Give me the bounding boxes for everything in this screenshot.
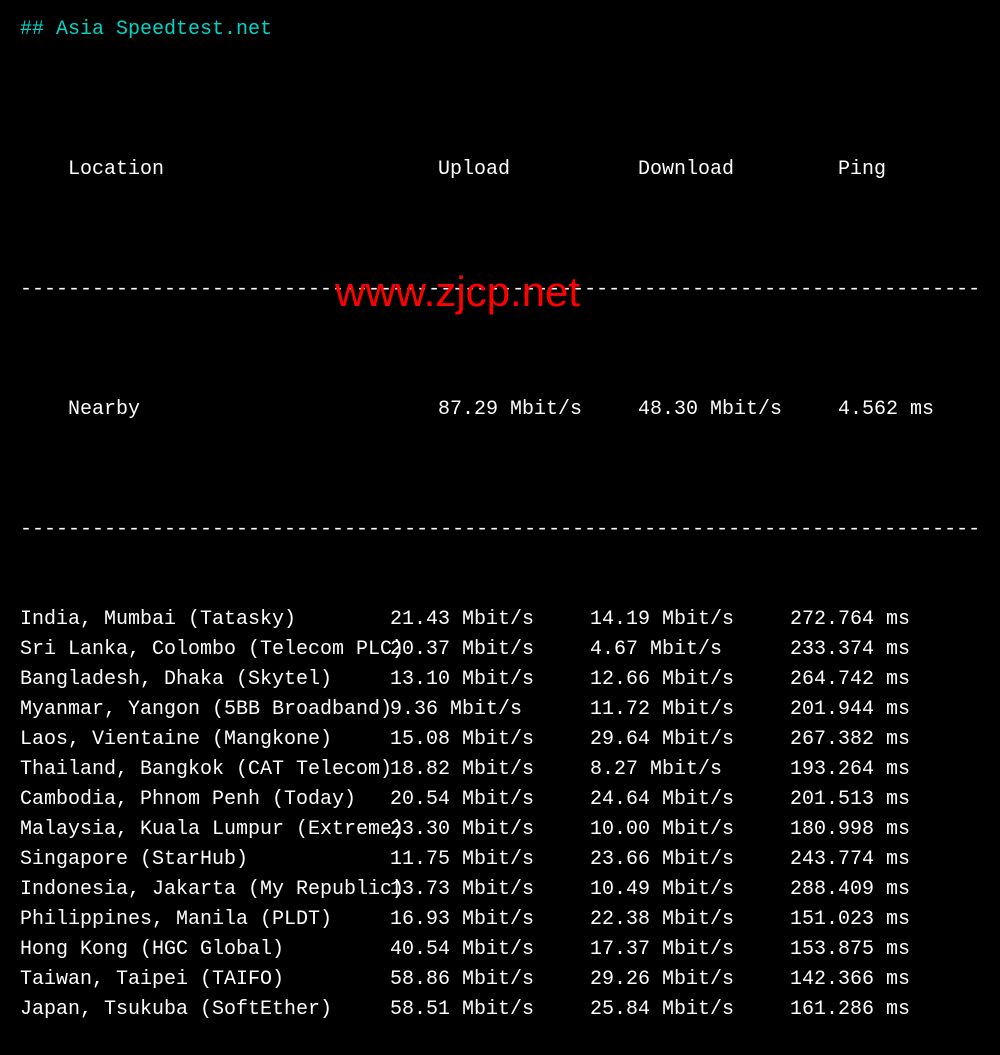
cell-upload: 20.37 Mbit/s bbox=[390, 635, 590, 665]
cell-download: 11.72 Mbit/s bbox=[590, 695, 790, 725]
cell-location: Sri Lanka, Colombo (Telecom PLC) bbox=[20, 635, 390, 665]
cell-ping: 267.382 ms bbox=[790, 725, 940, 755]
cell-download: 22.38 Mbit/s bbox=[590, 905, 790, 935]
page-title: ## Asia Speedtest.net bbox=[20, 15, 980, 45]
cell-location: Laos, Vientaine (Mangkone) bbox=[20, 725, 390, 755]
cell-location: Japan, Tsukuba (SoftEther) bbox=[20, 995, 390, 1025]
cell-download: 29.64 Mbit/s bbox=[590, 725, 790, 755]
divider: ----------------------------------------… bbox=[20, 515, 980, 545]
cell-upload: 16.93 Mbit/s bbox=[390, 905, 590, 935]
cell-location: Philippines, Manila (PLDT) bbox=[20, 905, 390, 935]
nearby-download: 48.30 Mbit/s bbox=[638, 395, 838, 425]
cell-ping: 151.023 ms bbox=[790, 905, 940, 935]
cell-ping: 243.774 ms bbox=[790, 845, 940, 875]
cell-download: 4.67 Mbit/s bbox=[590, 635, 790, 665]
cell-ping: 264.742 ms bbox=[790, 665, 940, 695]
nearby-row: Nearby87.29 Mbit/s48.30 Mbit/s4.562 ms bbox=[20, 365, 980, 455]
cell-download: 10.49 Mbit/s bbox=[590, 875, 790, 905]
nearby-ping: 4.562 ms bbox=[838, 395, 988, 425]
table-row: Bangladesh, Dhaka (Skytel)13.10 Mbit/s12… bbox=[20, 665, 980, 695]
cell-location: Taiwan, Taipei (TAIFO) bbox=[20, 965, 390, 995]
table-row: Thailand, Bangkok (CAT Telecom)18.82 Mbi… bbox=[20, 755, 980, 785]
divider: ----------------------------------------… bbox=[20, 275, 980, 305]
cell-location: Malaysia, Kuala Lumpur (Extreme) bbox=[20, 815, 390, 845]
cell-location: Singapore (StarHub) bbox=[20, 845, 390, 875]
cell-ping: 201.944 ms bbox=[790, 695, 940, 725]
cell-location: Bangladesh, Dhaka (Skytel) bbox=[20, 665, 390, 695]
cell-location: Cambodia, Phnom Penh (Today) bbox=[20, 785, 390, 815]
header-location: Location bbox=[68, 155, 438, 185]
table-row: Singapore (StarHub)11.75 Mbit/s23.66 Mbi… bbox=[20, 845, 980, 875]
cell-ping: 142.366 ms bbox=[790, 965, 940, 995]
table-row: Myanmar, Yangon (5BB Broadband)9.36 Mbit… bbox=[20, 695, 980, 725]
table-row: Taiwan, Taipei (TAIFO)58.86 Mbit/s29.26 … bbox=[20, 965, 980, 995]
cell-location: Thailand, Bangkok (CAT Telecom) bbox=[20, 755, 390, 785]
cell-download: 29.26 Mbit/s bbox=[590, 965, 790, 995]
speedtest-table: LocationUploadDownloadPing -------------… bbox=[20, 65, 980, 1055]
header-ping: Ping bbox=[838, 155, 988, 185]
nearby-upload: 87.29 Mbit/s bbox=[438, 395, 638, 425]
cell-upload: 13.73 Mbit/s bbox=[390, 875, 590, 905]
cell-location: Indonesia, Jakarta (My Republic) bbox=[20, 875, 390, 905]
cell-upload: 13.10 Mbit/s bbox=[390, 665, 590, 695]
table-row: Laos, Vientaine (Mangkone)15.08 Mbit/s29… bbox=[20, 725, 980, 755]
cell-upload: 40.54 Mbit/s bbox=[390, 935, 590, 965]
header-download: Download bbox=[638, 155, 838, 185]
table-row: Cambodia, Phnom Penh (Today)20.54 Mbit/s… bbox=[20, 785, 980, 815]
cell-download: 10.00 Mbit/s bbox=[590, 815, 790, 845]
cell-download: 17.37 Mbit/s bbox=[590, 935, 790, 965]
cell-download: 12.66 Mbit/s bbox=[590, 665, 790, 695]
cell-upload: 11.75 Mbit/s bbox=[390, 845, 590, 875]
table-row: Philippines, Manila (PLDT)16.93 Mbit/s22… bbox=[20, 905, 980, 935]
cell-upload: 21.43 Mbit/s bbox=[390, 605, 590, 635]
cell-ping: 180.998 ms bbox=[790, 815, 940, 845]
cell-ping: 161.286 ms bbox=[790, 995, 940, 1025]
cell-download: 14.19 Mbit/s bbox=[590, 605, 790, 635]
cell-ping: 288.409 ms bbox=[790, 875, 940, 905]
cell-upload: 58.86 Mbit/s bbox=[390, 965, 590, 995]
cell-location: India, Mumbai (Tatasky) bbox=[20, 605, 390, 635]
table-row: India, Mumbai (Tatasky)21.43 Mbit/s14.19… bbox=[20, 605, 980, 635]
cell-location: Hong Kong (HGC Global) bbox=[20, 935, 390, 965]
cell-upload: 9.36 Mbit/s bbox=[390, 695, 590, 725]
cell-upload: 15.08 Mbit/s bbox=[390, 725, 590, 755]
cell-upload: 58.51 Mbit/s bbox=[390, 995, 590, 1025]
cell-download: 8.27 Mbit/s bbox=[590, 755, 790, 785]
cell-ping: 272.764 ms bbox=[790, 605, 940, 635]
cell-ping: 233.374 ms bbox=[790, 635, 940, 665]
cell-download: 24.64 Mbit/s bbox=[590, 785, 790, 815]
cell-ping: 153.875 ms bbox=[790, 935, 940, 965]
cell-ping: 201.513 ms bbox=[790, 785, 940, 815]
cell-location: Myanmar, Yangon (5BB Broadband) bbox=[20, 695, 390, 725]
nearby-location: Nearby bbox=[68, 395, 438, 425]
cell-upload: 23.30 Mbit/s bbox=[390, 815, 590, 845]
table-row: Indonesia, Jakarta (My Republic)13.73 Mb… bbox=[20, 875, 980, 905]
cell-ping: 193.264 ms bbox=[790, 755, 940, 785]
table-row: Sri Lanka, Colombo (Telecom PLC)20.37 Mb… bbox=[20, 635, 980, 665]
cell-upload: 20.54 Mbit/s bbox=[390, 785, 590, 815]
cell-upload: 18.82 Mbit/s bbox=[390, 755, 590, 785]
table-header: LocationUploadDownloadPing bbox=[20, 125, 980, 215]
cell-download: 23.66 Mbit/s bbox=[590, 845, 790, 875]
cell-download: 25.84 Mbit/s bbox=[590, 995, 790, 1025]
header-upload: Upload bbox=[438, 155, 638, 185]
table-row: Japan, Tsukuba (SoftEther)58.51 Mbit/s25… bbox=[20, 995, 980, 1025]
table-row: Hong Kong (HGC Global)40.54 Mbit/s17.37 … bbox=[20, 935, 980, 965]
table-row: Malaysia, Kuala Lumpur (Extreme)23.30 Mb… bbox=[20, 815, 980, 845]
